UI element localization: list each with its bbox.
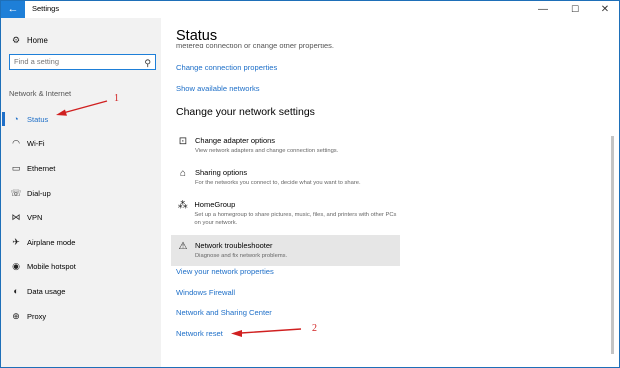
- annotation-marker-2: 2: [312, 323, 317, 334]
- warning-icon: ⚠: [178, 241, 188, 252]
- window-title: Settings: [32, 4, 60, 13]
- option-desc: Diagnose and fix network problems.: [195, 253, 288, 259]
- sidebar-item-airplane-mode[interactable]: ✈ Airplane mode: [1, 230, 161, 255]
- sidebar-item-wifi[interactable]: ◠ Wi-Fi: [1, 132, 161, 157]
- sidebar-item-label: Airplane mode: [27, 237, 76, 247]
- sidebar: ⚙ Home Find a setting ⚲ Network & Intern…: [1, 18, 161, 367]
- show-available-networks-link[interactable]: Show available networks: [176, 84, 260, 93]
- search-placeholder: Find a setting: [14, 57, 60, 66]
- homegroup-icon: ⁂: [177, 200, 188, 211]
- close-button[interactable]: ✕: [591, 1, 619, 18]
- airplane-icon: ✈: [12, 236, 20, 247]
- minimize-button[interactable]: —: [529, 1, 557, 18]
- sidebar-item-label: Dial-up: [27, 188, 51, 198]
- main-content: Status metered connection or change othe…: [161, 18, 619, 367]
- dialup-icon: ☏: [10, 187, 22, 198]
- change-connection-properties-link[interactable]: Change connection properties: [176, 63, 277, 72]
- sidebar-item-label: Mobile hotspot: [27, 262, 76, 272]
- option-desc: For the networks you connect to, decide …: [195, 180, 361, 186]
- option-title: HomeGroup: [194, 200, 236, 209]
- sidebar-item-label: Ethernet: [27, 163, 56, 173]
- sidebar-item-label: Proxy: [27, 311, 47, 321]
- windows-firewall-link[interactable]: Windows Firewall: [176, 288, 235, 297]
- settings-window: ← Settings — ☐ ✕ ⚙ Home Find a setting ⚲…: [0, 0, 620, 368]
- sharing-options[interactable]: ⌂ Sharing options For the networks you c…: [171, 162, 400, 187]
- sidebar-home[interactable]: ⚙ Home: [9, 32, 48, 48]
- option-title: Network troubleshooter: [195, 241, 273, 250]
- change-adapter-options[interactable]: ⊡ Change adapter options View network ad…: [171, 130, 400, 155]
- sidebar-nav: ◔ Status ◠ Wi-Fi ▭ Ethernet ☏ Dial-up ⋈ …: [1, 107, 161, 328]
- wifi-icon: ◠: [12, 138, 20, 149]
- sidebar-item-data-usage[interactable]: ◐ Data usage: [1, 279, 161, 304]
- back-button[interactable]: ←: [1, 1, 25, 18]
- option-title: Change adapter options: [195, 136, 276, 145]
- back-arrow-icon: ←: [7, 3, 19, 15]
- sidebar-item-vpn[interactable]: ⋈ VPN: [1, 205, 161, 230]
- homegroup-option[interactable]: ⁂ HomeGroup Set up a homegroup to share …: [171, 194, 400, 227]
- hotspot-icon: ◉: [12, 261, 20, 272]
- network-sharing-center-link[interactable]: Network and Sharing Center: [176, 308, 272, 317]
- adapter-icon: ⊡: [178, 136, 188, 147]
- proxy-icon: ⊕: [12, 310, 20, 321]
- sidebar-item-mobile-hotspot[interactable]: ◉ Mobile hotspot: [1, 255, 161, 280]
- section-title: Change your network settings: [176, 106, 315, 118]
- sidebar-item-dialup[interactable]: ☏ Dial-up: [1, 181, 161, 206]
- sidebar-item-label: Data usage: [27, 286, 66, 296]
- sidebar-item-label: Wi-Fi: [27, 139, 45, 149]
- sidebar-item-proxy[interactable]: ⊕ Proxy: [1, 304, 161, 329]
- sharing-icon: ⌂: [179, 168, 187, 179]
- cutoff-text: metered connection or change other prope…: [176, 44, 335, 50]
- annotation-marker-1: 1: [114, 93, 119, 104]
- view-network-properties-link[interactable]: View your network properties: [176, 267, 274, 276]
- sidebar-item-label: VPN: [27, 213, 43, 223]
- gear-icon: ⚙: [11, 34, 21, 45]
- sidebar-item-ethernet[interactable]: ▭ Ethernet: [1, 156, 161, 181]
- page-title: Status: [176, 28, 218, 44]
- title-bar: ← Settings — ☐ ✕: [1, 1, 619, 18]
- sidebar-item-label: Status: [27, 114, 49, 124]
- data-usage-icon: ◐: [13, 286, 19, 297]
- search-icon: ⚲: [144, 58, 151, 68]
- network-troubleshooter[interactable]: ⚠ Network troubleshooter Diagnose and fi…: [171, 235, 400, 266]
- option-desc: Set up a homegroup to share pictures, mu…: [194, 212, 397, 226]
- maximize-button[interactable]: ☐: [561, 1, 589, 18]
- section-label: Network & Internet: [9, 89, 72, 98]
- search-input[interactable]: Find a setting ⚲: [9, 54, 156, 70]
- ethernet-icon: ▭: [11, 162, 21, 173]
- globe-icon: ◔: [13, 114, 19, 125]
- sidebar-item-status[interactable]: ◔ Status: [1, 107, 161, 132]
- option-title: Sharing options: [195, 168, 248, 177]
- network-reset-link[interactable]: Network reset: [176, 329, 223, 338]
- vpn-icon: ⋈: [11, 212, 21, 223]
- option-desc: View network adapters and change connect…: [195, 148, 339, 154]
- home-label: Home: [27, 35, 48, 45]
- scrollbar[interactable]: [611, 136, 614, 354]
